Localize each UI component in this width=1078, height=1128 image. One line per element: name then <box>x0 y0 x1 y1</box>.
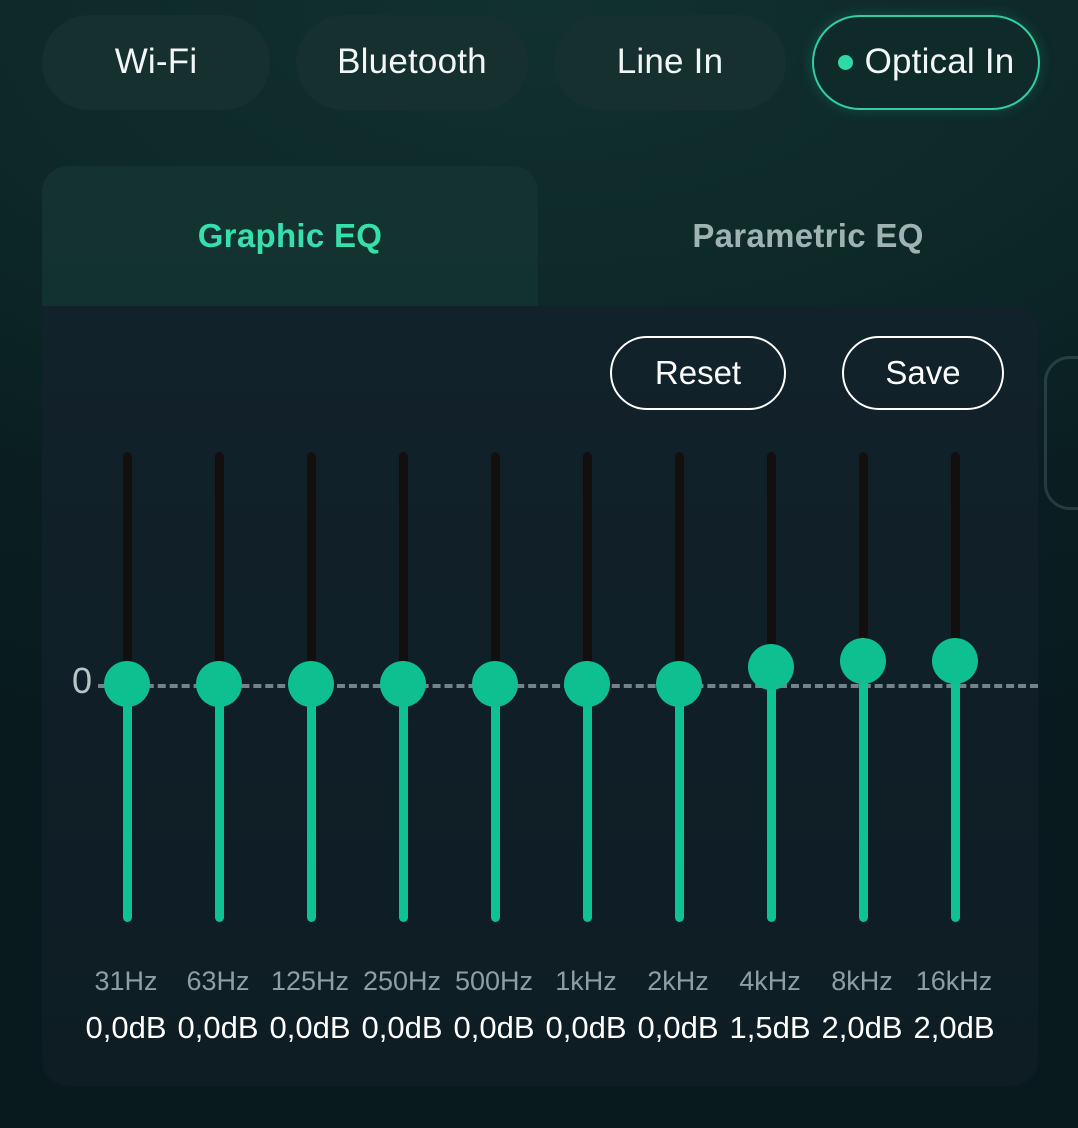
eq-band-label-group: 16kHz 2,0dB <box>894 966 1014 1045</box>
source-pill-optical-in[interactable]: Optical In <box>812 14 1040 110</box>
source-pill-label: Line In <box>616 42 724 81</box>
eq-band-slider[interactable] <box>464 452 524 932</box>
source-selector: Wi-Fi Bluetooth Line In Optical In <box>0 14 1078 110</box>
slider-thumb[interactable] <box>564 661 610 707</box>
slider-track-fill <box>215 684 224 922</box>
eq-band-slider[interactable] <box>556 452 616 932</box>
eq-band-slider[interactable] <box>372 452 432 932</box>
slider-track-fill <box>767 666 776 922</box>
slider-track-fill <box>307 684 316 922</box>
eq-band-slider[interactable] <box>648 452 708 932</box>
slider-thumb[interactable] <box>656 661 702 707</box>
source-pill-wifi[interactable]: Wi-Fi <box>42 14 270 110</box>
slider-thumb[interactable] <box>840 638 886 684</box>
slider-thumb[interactable] <box>288 661 334 707</box>
slider-thumb[interactable] <box>196 661 242 707</box>
graphic-eq-panel: Reset Save 0 31Hz 0,0dB 63Hz 0,0dB 125Hz 0,0d… <box>42 306 1038 1086</box>
eq-band-slider[interactable] <box>740 452 800 932</box>
eq-slider-area: 0 31Hz 0,0dB 63Hz 0,0dB 125Hz 0,0dB 250Hz 0,0dB… <box>42 306 1038 1086</box>
slider-track-fill <box>583 684 592 922</box>
slider-track-fill <box>859 661 868 922</box>
eq-band-slider[interactable] <box>924 452 984 932</box>
slider-track-fill <box>675 684 684 922</box>
source-pill-line-in[interactable]: Line In <box>554 14 786 110</box>
active-indicator-dot-icon <box>837 54 853 70</box>
eq-band-slider[interactable] <box>96 452 156 932</box>
source-pill-label: Optical In <box>864 42 1015 81</box>
tab-label: Graphic EQ <box>197 217 383 254</box>
tab-parametric-eq[interactable]: Parametric EQ <box>538 166 1078 306</box>
slider-thumb[interactable] <box>748 643 794 690</box>
eq-band-slider[interactable] <box>188 452 248 932</box>
band-gain-value: 2,0dB <box>913 1010 995 1045</box>
eq-band-slider[interactable] <box>280 452 340 932</box>
tab-graphic-eq[interactable]: Graphic EQ <box>42 166 538 306</box>
source-pill-label: Bluetooth <box>337 42 487 81</box>
eq-band-slider[interactable] <box>832 452 892 932</box>
source-pill-label: Wi-Fi <box>114 42 198 81</box>
slider-track-fill <box>951 661 960 922</box>
slider-track-fill <box>399 684 408 922</box>
eq-tab-bar: Graphic EQ Parametric EQ <box>42 166 1078 306</box>
eq-band-labels: 31Hz 0,0dB 63Hz 0,0dB 125Hz 0,0dB 250Hz 0,0dB 50… <box>42 966 1038 1076</box>
offscreen-card-outline <box>1044 356 1078 510</box>
slider-thumb[interactable] <box>472 661 518 707</box>
slider-track-fill <box>491 684 500 922</box>
slider-thumb[interactable] <box>380 661 426 707</box>
equalizer-screen: Wi-Fi Bluetooth Line In Optical In Graph… <box>0 0 1078 1128</box>
slider-thumb[interactable] <box>932 638 978 684</box>
tab-label: Parametric EQ <box>692 217 924 254</box>
band-frequency-label: 16kHz <box>915 966 993 996</box>
source-pill-bluetooth[interactable]: Bluetooth <box>296 14 528 110</box>
slider-track-fill <box>123 684 132 922</box>
slider-thumb[interactable] <box>104 661 150 707</box>
